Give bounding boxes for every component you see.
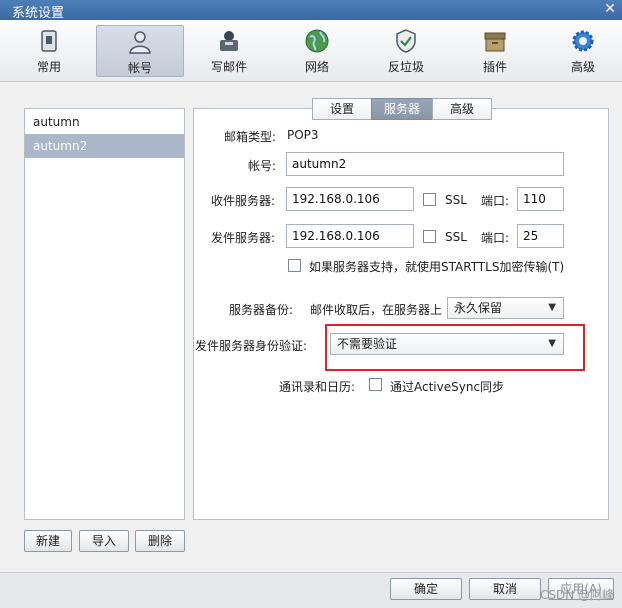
backup-label: 服务器备份: bbox=[229, 303, 294, 317]
new-account-button[interactable]: 新建 bbox=[24, 530, 72, 552]
compose-icon bbox=[220, 31, 238, 51]
activesync-label: 通过ActiveSync同步 bbox=[390, 380, 505, 394]
toolbar-label: 常用 bbox=[36, 60, 61, 74]
incoming-port-label: 端口: bbox=[481, 194, 510, 208]
outgoing-server-label: 发件服务器: bbox=[211, 231, 276, 245]
toolbar-item-plugins[interactable]: 插件 bbox=[464, 25, 526, 77]
toolbar-item-antispam[interactable]: 反垃圾 bbox=[374, 25, 438, 77]
toolbar-label: 高级 bbox=[570, 60, 595, 74]
toolbar-label: 反垃圾 bbox=[387, 60, 424, 74]
tab-settings[interactable]: 设置 bbox=[312, 98, 372, 120]
shield-icon bbox=[396, 29, 416, 53]
incoming-ssl-label: SSL bbox=[445, 193, 467, 207]
toolbar-item-compose[interactable]: 写邮件 bbox=[196, 25, 262, 77]
settings-device-icon bbox=[41, 30, 57, 52]
cancel-button[interactable]: 取消 bbox=[469, 578, 541, 600]
mail-type-value: POP3 bbox=[287, 128, 319, 142]
chevron-down-icon: ▼ bbox=[548, 338, 556, 349]
starttls-label: 如果服务器支持，就使用STARTTLS加密传输(T) bbox=[309, 260, 565, 274]
starttls-checkbox[interactable] bbox=[288, 259, 301, 272]
gear-icon bbox=[572, 30, 594, 52]
toolbar-label: 写邮件 bbox=[210, 60, 247, 74]
toolbar-item-network[interactable]: 网络 bbox=[286, 25, 348, 77]
outgoing-ssl-label: SSL bbox=[445, 230, 467, 244]
account-item-selected[interactable]: autumn2 bbox=[25, 134, 184, 158]
auth-label: 发件服务器身份验证: bbox=[195, 339, 308, 353]
window-title: 系统设置 bbox=[12, 6, 65, 21]
incoming-server-field[interactable]: 192.168.0.106 bbox=[286, 187, 414, 211]
incoming-server-label: 收件服务器: bbox=[211, 194, 276, 208]
outgoing-port-field[interactable]: 25 bbox=[517, 224, 564, 248]
chevron-down-icon: ▼ bbox=[548, 302, 556, 313]
toolbar-item-account[interactable]: 帐号 bbox=[96, 25, 184, 77]
import-button[interactable]: 导入 bbox=[79, 530, 129, 552]
auth-select[interactable]: 不需要验证 ▼ bbox=[330, 333, 564, 355]
globe-icon bbox=[305, 29, 329, 53]
watermark-text: CSDN @阿峰 bbox=[539, 588, 614, 602]
user-icon bbox=[129, 31, 151, 54]
toolbar-label: 网络 bbox=[304, 60, 329, 74]
backup-select[interactable]: 永久保留 ▼ bbox=[447, 297, 564, 319]
ok-button[interactable]: 确定 bbox=[390, 578, 462, 600]
backup-description: 邮件收取后，在服务器上 bbox=[310, 303, 443, 317]
box-icon bbox=[484, 32, 506, 52]
account-list: autumn autumn2 bbox=[24, 108, 185, 520]
outgoing-server-field[interactable]: 192.168.0.106 bbox=[286, 224, 414, 248]
toolbar-item-general[interactable]: 常用 bbox=[18, 25, 80, 77]
title-bar: 系统设置 ✕ bbox=[0, 0, 622, 21]
outgoing-ssl-checkbox[interactable] bbox=[423, 230, 436, 243]
tab-advanced[interactable]: 高级 bbox=[432, 98, 492, 120]
outgoing-port-label: 端口: bbox=[481, 231, 510, 245]
tab-server[interactable]: 服务器 bbox=[371, 98, 433, 120]
settings-toolbar: 常用 帐号 写邮件 网络 反垃圾 插件 高级 bbox=[0, 20, 622, 82]
toolbar-item-advanced[interactable]: 高级 bbox=[552, 25, 614, 77]
auth-select-value: 不需要验证 bbox=[337, 337, 398, 351]
account-label: 帐号: bbox=[248, 159, 277, 173]
account-item[interactable]: autumn bbox=[25, 110, 184, 134]
toolbar-label: 插件 bbox=[482, 60, 507, 74]
delete-account-button[interactable]: 删除 bbox=[135, 530, 185, 552]
toolbar-label: 帐号 bbox=[127, 61, 152, 75]
mail-type-label: 邮箱类型: bbox=[224, 130, 277, 144]
close-icon[interactable]: ✕ bbox=[602, 1, 618, 17]
incoming-port-field[interactable]: 110 bbox=[517, 187, 564, 211]
backup-select-value: 永久保留 bbox=[454, 301, 503, 315]
sync-label: 通讯录和日历: bbox=[279, 380, 356, 394]
activesync-checkbox[interactable] bbox=[369, 378, 382, 391]
incoming-ssl-checkbox[interactable] bbox=[423, 193, 436, 206]
account-field[interactable]: autumn2 bbox=[286, 152, 564, 176]
